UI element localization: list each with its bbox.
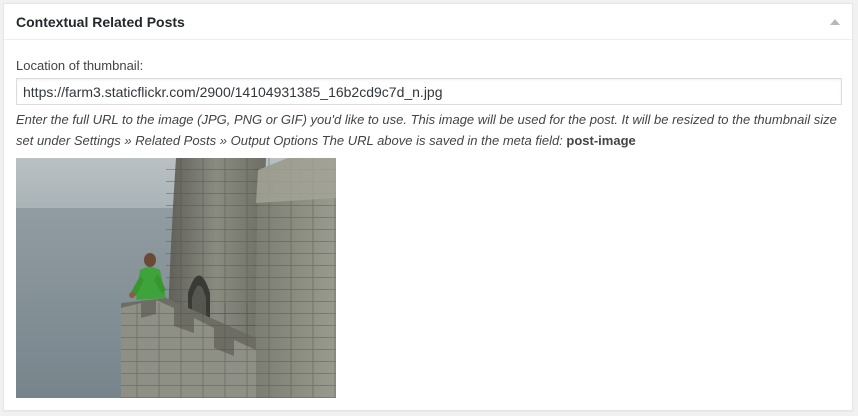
metabox-title: Contextual Related Posts <box>16 14 185 30</box>
thumbnail-location-label: Location of thumbnail: <box>16 58 144 73</box>
triangle-up-icon[interactable] <box>828 15 842 29</box>
metabox-content: Location of thumbnail: Enter the full UR… <box>16 58 842 398</box>
thumbnail-preview-image <box>16 158 336 398</box>
metabox-header[interactable]: Contextual Related Posts <box>4 4 852 40</box>
meta-field-name: post-image <box>566 133 636 148</box>
thumbnail-url-input[interactable] <box>16 78 842 105</box>
metabox: Contextual Related Posts Location of thu… <box>3 3 853 411</box>
field-description: Enter the full URL to the image (JPG, PN… <box>16 109 842 151</box>
description-text: Enter the full URL to the image (JPG, PN… <box>16 112 837 148</box>
